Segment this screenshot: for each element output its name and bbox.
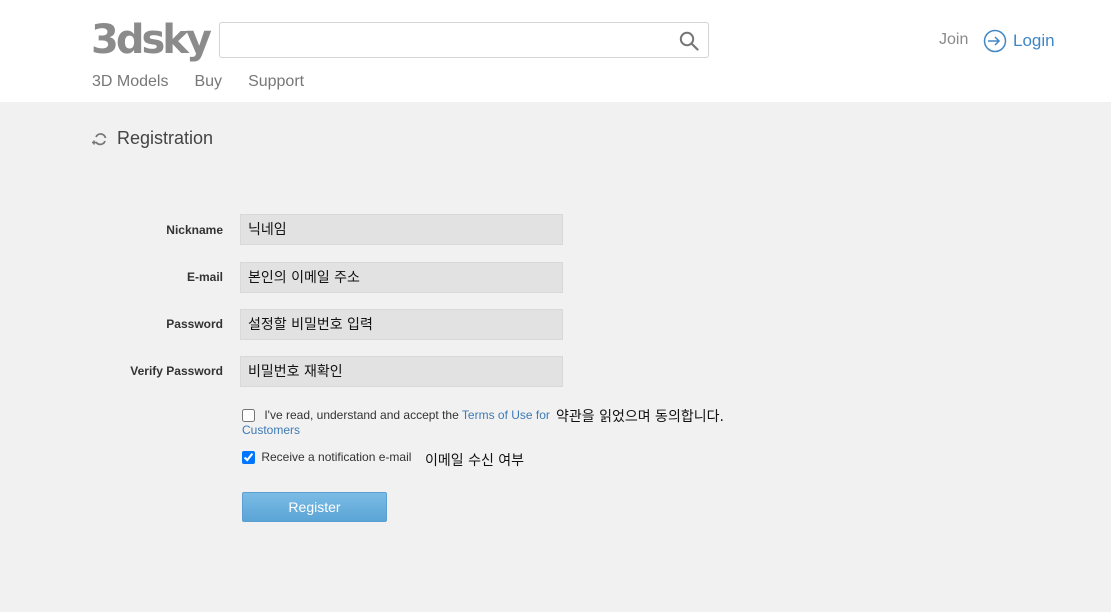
nav-item-support[interactable]: Support [248,73,304,91]
nav-item-3d-models[interactable]: 3D Models [92,73,168,91]
nickname-label: Nickname [166,223,223,237]
login-icon [983,29,1007,53]
search-input[interactable] [220,23,670,57]
notify-text: Receive a notification e-mail [261,450,412,464]
site-header: 3dsky Join Login 3D Models Buy Support [0,0,1111,102]
refresh-icon [92,132,107,145]
nav-item-buy[interactable]: Buy [194,73,222,91]
terms-checkbox[interactable] [242,409,255,423]
password-input[interactable] [240,309,563,340]
verify-password-input[interactable] [240,356,563,387]
site-logo[interactable]: 3dsky [91,18,212,62]
page-title-text: Registration [117,128,214,148]
page-title: Registration [91,128,213,149]
terms-row: I've read, understand and accept the Ter… [242,408,550,423]
login-label: Login [1013,31,1055,50]
notify-row: Receive a notification e-mail [242,450,412,465]
verify-password-label: Verify Password [130,364,223,378]
join-link[interactable]: Join [939,31,968,49]
terms-link-customers[interactable]: Customers [242,423,300,437]
notify-note: 이메일 수신 여부 [425,453,525,469]
email-input[interactable] [240,262,563,293]
search-box [219,22,709,58]
terms-note: 약관을 읽었으며 동의합니다. [556,409,724,425]
search-icon[interactable] [679,31,699,51]
register-button[interactable]: Register [242,492,387,522]
terms-link[interactable]: Terms of Use for [462,408,550,422]
email-label: E-mail [186,270,223,284]
main-nav: 3D Models Buy Support [92,73,330,91]
terms-text: I've read, understand and accept the [264,408,459,422]
password-label: Password [166,317,223,331]
nickname-input[interactable] [240,214,563,245]
login-link[interactable]: Login [983,28,1055,54]
notify-checkbox[interactable] [242,451,255,465]
